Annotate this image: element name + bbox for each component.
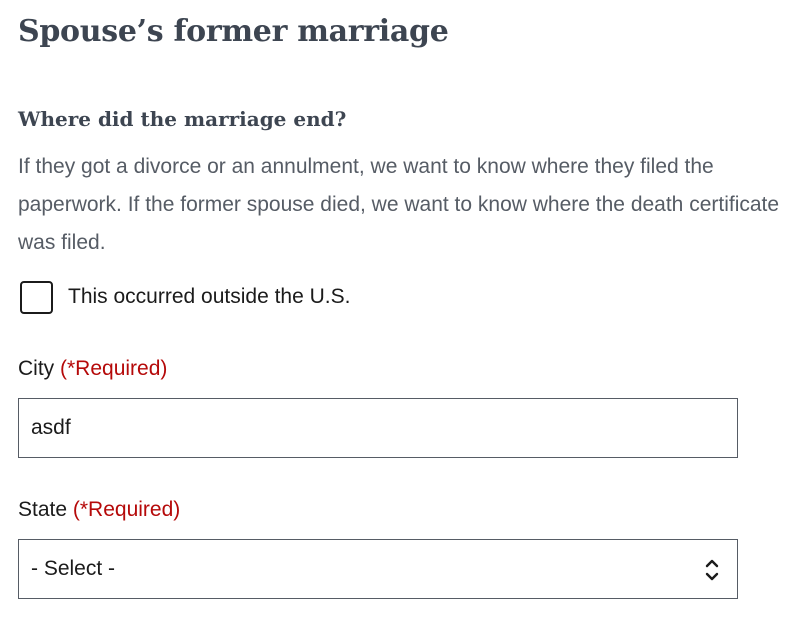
state-select[interactable]: - Select - [18,539,738,599]
outside-us-checkbox-label[interactable]: This occurred outside the U.S. [68,279,350,315]
city-required-marker: (*Required) [60,357,168,380]
question-heading: Where did the marriage end? [18,107,347,131]
city-label: City (*Required) [18,353,167,385]
city-label-text: City [18,357,55,380]
outside-us-checkbox-row[interactable]: This occurred outside the U.S. [20,279,350,315]
city-input[interactable] [18,398,738,458]
state-required-marker: (*Required) [72,498,181,521]
page-title: Spouse’s former marriage [18,14,449,49]
question-hint: If they got a divorce or an annulment, w… [18,155,780,254]
state-label: State (*Required) [18,494,180,526]
outside-us-checkbox[interactable] [20,280,53,314]
chevron-up-down-icon [705,559,719,581]
state-label-text: State [18,498,68,521]
state-select-value: - Select - [31,557,116,580]
